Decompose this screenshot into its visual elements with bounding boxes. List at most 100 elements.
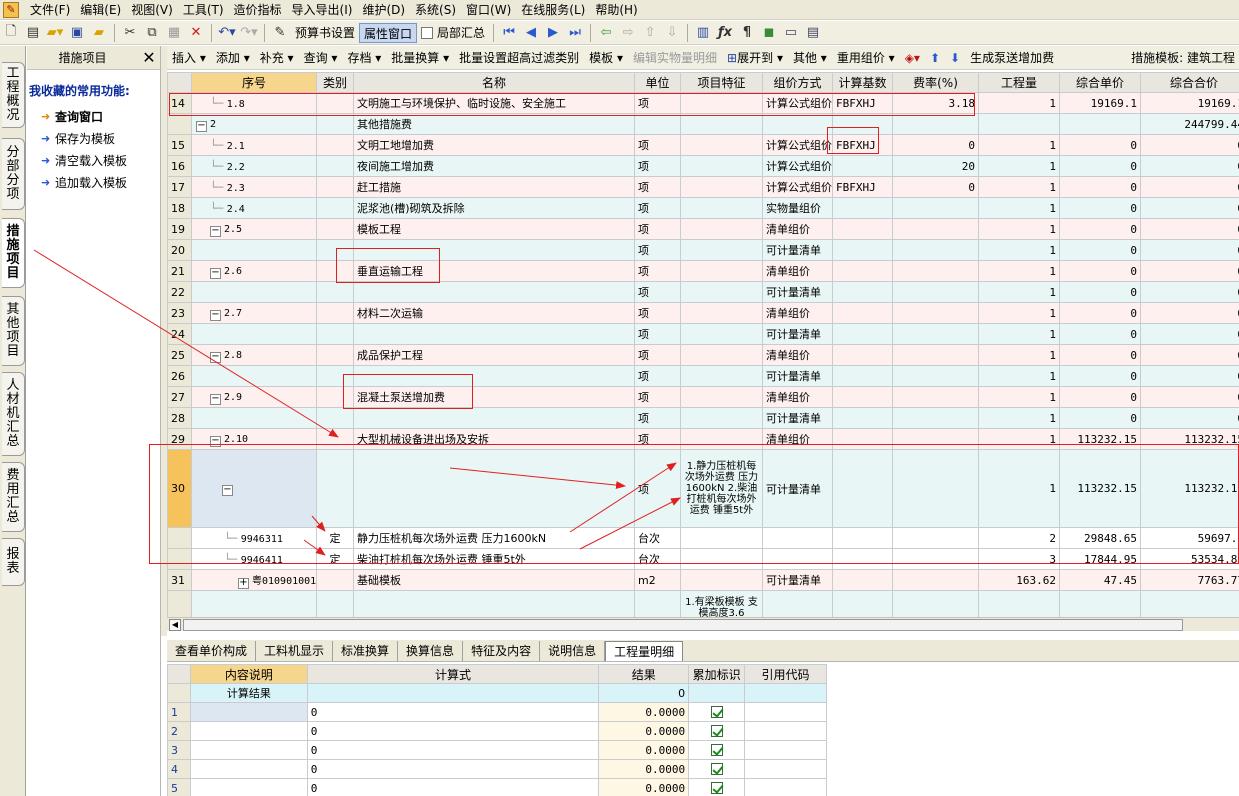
horizontal-scrollbar[interactable]: ◀ — [167, 617, 1239, 631]
features-cell[interactable] — [680, 527, 763, 549]
batch-convert-dropdown[interactable]: 批量换算 ▾ — [386, 47, 454, 69]
unit-cell[interactable]: 项 — [634, 176, 681, 198]
category-cell[interactable] — [316, 407, 354, 429]
features-cell[interactable] — [680, 197, 763, 219]
seq-cell[interactable]: −2.5 — [191, 218, 317, 240]
unit-price-cell[interactable]: 0 — [1059, 323, 1141, 345]
menu-online-service[interactable]: 在线服务(L) — [516, 0, 590, 20]
quantity-cell[interactable]: 2 — [978, 527, 1060, 549]
name-cell[interactable]: 混凝土泵送增加费 — [353, 386, 635, 408]
favorite-clear-load-template[interactable]: ➜ 清空载入模板 — [27, 149, 160, 171]
seq-cell[interactable] — [191, 590, 317, 617]
move-right-icon[interactable]: ⇨ — [618, 23, 638, 43]
calc-base-cell[interactable] — [832, 365, 893, 387]
detail-result-cell[interactable]: 0.0000 — [598, 721, 690, 741]
expand-icon[interactable]: + — [238, 577, 249, 589]
calc-base-cell[interactable] — [832, 590, 893, 617]
rate-cell[interactable] — [892, 527, 979, 549]
table-row[interactable]: 1.有梁板模板 支模高度3.6 — [167, 590, 1239, 617]
paragraph-icon[interactable]: ¶ — [737, 23, 757, 43]
unit-price-cell[interactable]: 0 — [1059, 239, 1141, 261]
detail-header-reference[interactable]: 引用代码 — [744, 664, 827, 684]
tab-description[interactable]: 说明信息 — [540, 640, 606, 661]
features-cell[interactable] — [680, 569, 763, 591]
header-category[interactable]: 类别 — [316, 72, 354, 93]
category-cell[interactable] — [316, 155, 354, 177]
table-row[interactable]: 20 项 可计量清单 1 00 — [167, 239, 1239, 261]
unit-cell[interactable]: 项 — [634, 407, 681, 429]
features-cell[interactable] — [680, 281, 763, 303]
unit-cell[interactable]: 项 — [634, 239, 681, 261]
total-price-cell[interactable]: 53534.85 — [1140, 548, 1239, 570]
menu-maintain[interactable]: 维护(D) — [357, 0, 410, 20]
detail-accumulate-cell[interactable] — [688, 759, 746, 779]
rate-cell[interactable] — [892, 281, 979, 303]
calculator-icon[interactable]: ▥ — [693, 23, 713, 43]
tab-unit-price-composition[interactable]: 查看单价构成 — [167, 640, 257, 661]
report-icon[interactable]: ▤ — [803, 23, 823, 43]
detail-header-accumulate[interactable]: 累加标识 — [688, 664, 746, 684]
other-dropdown[interactable]: 其他 ▾ — [788, 47, 832, 69]
quantity-cell[interactable]: 1 — [978, 365, 1060, 387]
category-cell[interactable] — [316, 449, 354, 528]
unit-price-cell[interactable]: 47.45 — [1059, 569, 1141, 591]
detail-formula-cell[interactable]: 0 — [306, 740, 600, 760]
total-price-cell[interactable]: 0 — [1140, 386, 1239, 408]
calc-base-cell[interactable] — [832, 527, 893, 549]
total-price-cell[interactable]: 0 — [1140, 155, 1239, 177]
scroll-left-icon[interactable]: ◀ — [169, 619, 181, 631]
unit-cell[interactable]: 项 — [634, 134, 681, 156]
detail-header-description[interactable]: 内容说明 — [189, 664, 308, 684]
category-cell[interactable] — [316, 134, 354, 156]
features-cell[interactable] — [680, 428, 763, 450]
category-cell[interactable] — [316, 344, 354, 366]
prev-icon[interactable]: ◀ — [521, 23, 541, 43]
unit-price-cell[interactable]: 0 — [1059, 197, 1141, 219]
seq-cell[interactable]: −2.6 — [191, 260, 317, 282]
calc-base-cell[interactable] — [832, 302, 893, 324]
total-price-cell[interactable]: 0 — [1140, 323, 1239, 345]
cut-icon[interactable]: ✂ — [120, 23, 140, 43]
undo-icon[interactable]: ↶▾ — [217, 23, 237, 43]
calc-base-cell[interactable] — [832, 197, 893, 219]
calc-base-cell[interactable] — [832, 260, 893, 282]
quantity-cell[interactable]: 1 — [978, 323, 1060, 345]
menu-view[interactable]: 视图(V) — [126, 0, 178, 20]
calc-base-cell[interactable] — [832, 569, 893, 591]
name-cell[interactable]: 垂直运输工程 — [353, 260, 635, 282]
unit-cell[interactable]: 项 — [634, 260, 681, 282]
paste-icon[interactable]: ▦ — [164, 23, 184, 43]
pricing-method-cell[interactable]: 清单组价 — [762, 428, 833, 450]
menu-system[interactable]: 系统(S) — [410, 0, 461, 20]
unit-price-cell[interactable]: 29848.65 — [1059, 527, 1141, 549]
detail-formula-cell[interactable]: 0 — [306, 778, 600, 796]
total-price-cell[interactable]: 0 — [1140, 260, 1239, 282]
category-cell[interactable] — [316, 365, 354, 387]
unit-price-cell[interactable]: 113232.15 — [1059, 449, 1141, 528]
calc-base-cell[interactable] — [832, 281, 893, 303]
edit-quantity-detail-button[interactable]: 编辑实物量明细 — [628, 47, 722, 69]
seq-cell[interactable]: −2.7 — [191, 302, 317, 324]
seq-cell[interactable] — [191, 239, 317, 261]
category-cell[interactable] — [316, 428, 354, 450]
table-row[interactable]: 21 −2.6 垂直运输工程 项 清单组价 1 00 — [167, 260, 1239, 282]
category-cell[interactable]: 定 — [316, 548, 354, 570]
insert-dropdown[interactable]: 插入 ▾ — [167, 47, 211, 69]
name-cell[interactable]: 柴油打桩机每次场外运费 锤重5t外 — [353, 548, 635, 570]
category-cell[interactable]: 定 — [316, 527, 354, 549]
category-cell[interactable] — [316, 569, 354, 591]
unit-cell[interactable] — [634, 113, 681, 135]
pricing-method-cell[interactable] — [762, 590, 833, 617]
tab-quantity-detail[interactable]: 工程量明细 — [605, 640, 684, 661]
calc-base-cell[interactable] — [832, 113, 893, 135]
category-cell[interactable] — [316, 281, 354, 303]
pricing-method-cell[interactable]: 可计量清单 — [762, 569, 833, 591]
unit-cell[interactable]: 项 — [634, 302, 681, 324]
calc-base-cell[interactable] — [832, 323, 893, 345]
detail-reference-cell[interactable] — [744, 740, 827, 760]
pricing-method-cell[interactable]: 可计量清单 — [762, 323, 833, 345]
total-price-cell[interactable]: 0 — [1140, 218, 1239, 240]
accumulate-checkbox[interactable] — [710, 743, 723, 756]
detail-result-cell[interactable]: 0.0000 — [598, 759, 690, 779]
pricing-method-cell[interactable]: 可计量清单 — [762, 407, 833, 429]
